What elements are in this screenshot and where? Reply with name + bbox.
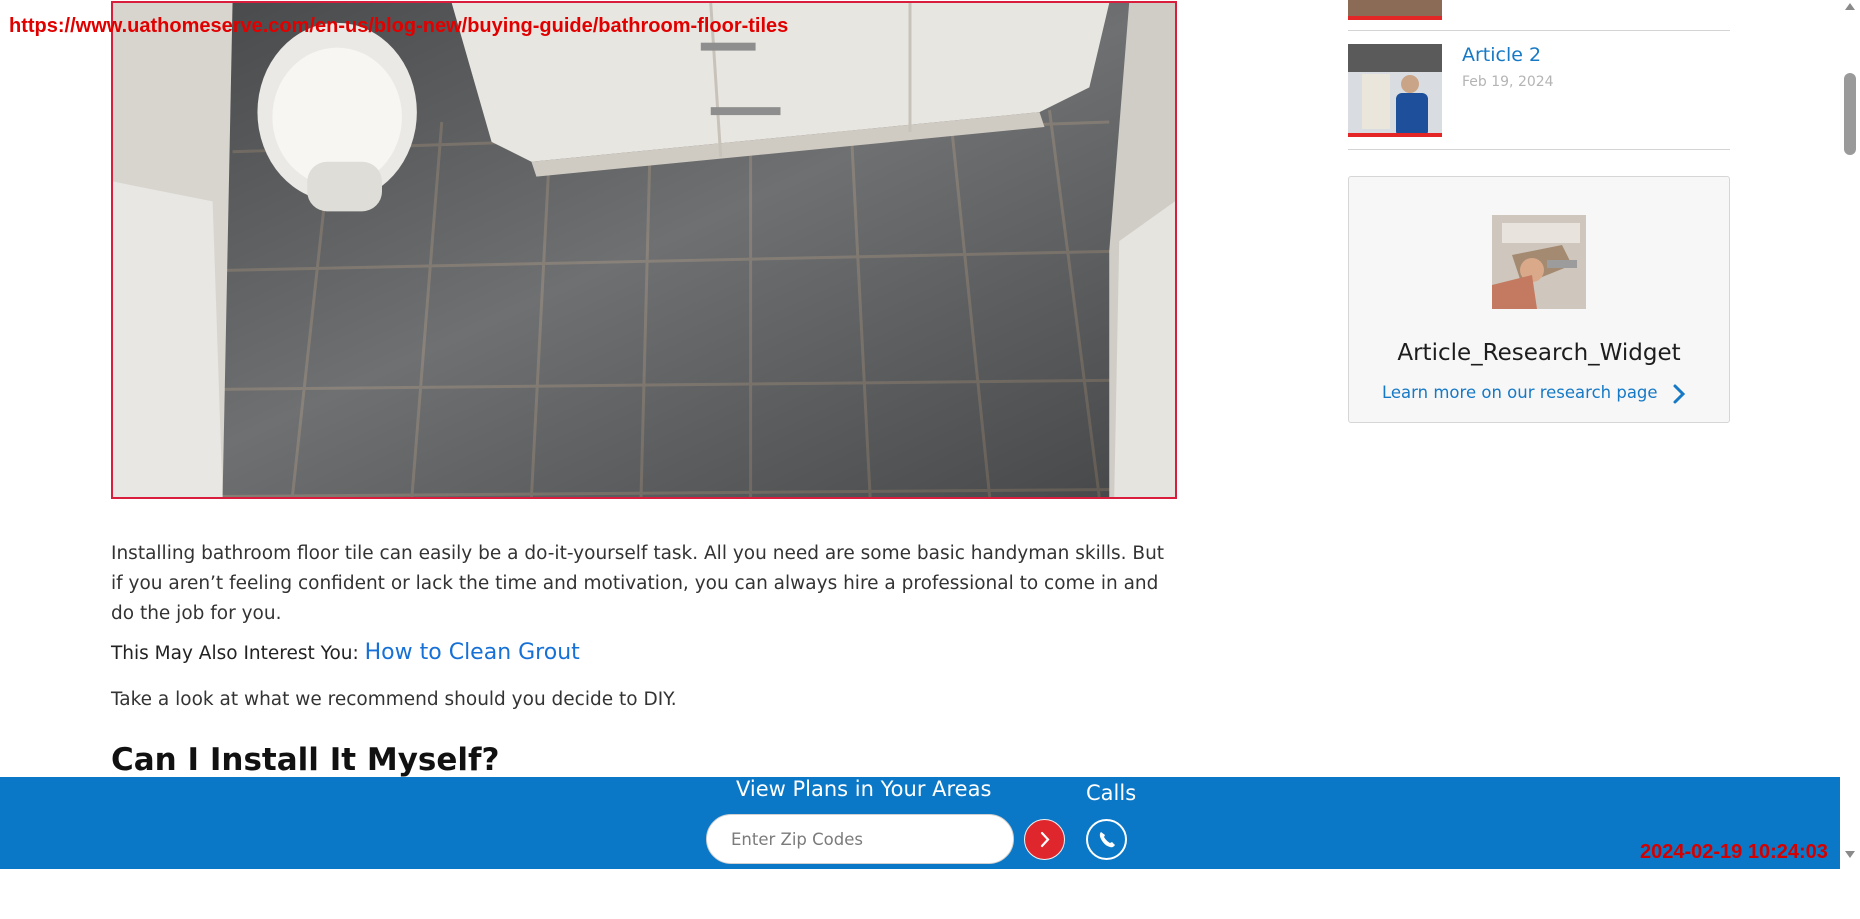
calls-label: Calls	[1086, 781, 1137, 805]
section-heading: Can I Install It Myself?	[111, 742, 500, 778]
call-button[interactable]	[1086, 819, 1127, 860]
scroll-up-arrow-icon[interactable]	[1845, 2, 1855, 10]
chevron-right-icon	[1040, 831, 1050, 848]
hero-image	[111, 1, 1177, 499]
bathroom-floor-illustration	[113, 3, 1175, 497]
scrollbar-thumb[interactable]	[1844, 73, 1856, 155]
plumbing-photo	[1492, 215, 1586, 309]
timestamp-overlay: 2024-02-19 10:24:03	[1640, 841, 1828, 863]
url-overlay: https://www.uathomeserve.com/en-us/blog-…	[9, 15, 789, 37]
plans-bar: View Plans in Your Areas Calls	[0, 777, 1840, 869]
zip-code-input[interactable]	[706, 814, 1014, 864]
scroll-down-arrow-icon[interactable]	[1845, 851, 1855, 859]
article-title-link[interactable]: Article 2	[1462, 44, 1541, 66]
view-plans-label: View Plans in Your Areas	[736, 777, 992, 801]
research-widget: Article_Research_Widget Learn more on ou…	[1348, 176, 1730, 423]
article-thumbnail[interactable]	[1348, 0, 1442, 20]
interest-prefix: This May Also Interest You:	[111, 643, 359, 664]
technician-photo	[1348, 44, 1442, 133]
submit-zip-button[interactable]	[1024, 819, 1065, 860]
article-paragraph: Take a look at what we recommend should …	[111, 689, 677, 710]
divider	[1348, 149, 1730, 150]
article-thumbnail[interactable]	[1348, 44, 1442, 137]
also-interest-line: This May Also Interest You: How to Clean…	[111, 640, 580, 665]
widget-image	[1492, 215, 1586, 309]
research-page-link[interactable]: Learn more on our research page	[1382, 383, 1658, 402]
vertical-scrollbar[interactable]	[1840, 0, 1860, 869]
divider	[1348, 30, 1730, 31]
interest-link[interactable]: How to Clean Grout	[365, 640, 580, 665]
article-date: Feb 19, 2024	[1462, 74, 1554, 90]
chevron-right-icon[interactable]	[1671, 383, 1687, 405]
phone-icon	[1099, 832, 1115, 848]
widget-title: Article_Research_Widget	[1397, 340, 1681, 366]
page: Installing bathroom floor tile can easil…	[0, 0, 1840, 869]
article-paragraph: Installing bathroom floor tile can easil…	[111, 543, 1165, 624]
